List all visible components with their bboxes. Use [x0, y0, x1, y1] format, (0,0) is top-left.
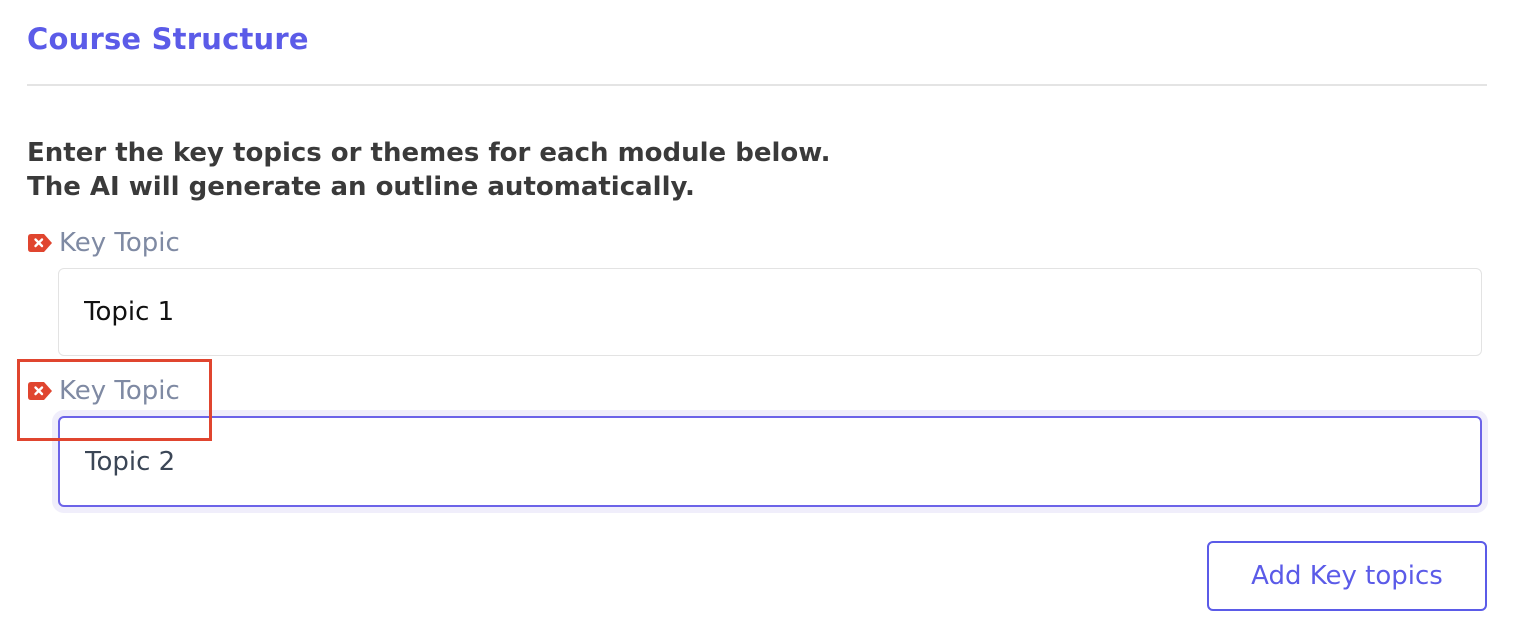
section-title: Course Structure: [27, 22, 309, 56]
remove-tag-icon[interactable]: [27, 231, 53, 255]
instructions-text: Enter the key topics or themes for each …: [27, 136, 831, 204]
topic-2-label: Key Topic: [59, 376, 180, 406]
topic-1-label: Key Topic: [59, 228, 180, 258]
section-divider: [27, 84, 1487, 86]
instructions-line-1: Enter the key topics or themes for each …: [27, 138, 831, 168]
add-key-topics-button[interactable]: Add Key topics: [1207, 541, 1487, 611]
instructions-line-2: The AI will generate an outline automati…: [27, 172, 695, 202]
course-structure-panel: Course Structure Enter the key topics or…: [0, 0, 1516, 632]
topic-1-input[interactable]: [58, 268, 1482, 356]
remove-tag-icon[interactable]: [27, 379, 53, 403]
topic-1-label-row: Key Topic: [27, 226, 180, 260]
topic-2-input[interactable]: [58, 416, 1482, 507]
topic-2-label-row: Key Topic: [27, 374, 180, 408]
